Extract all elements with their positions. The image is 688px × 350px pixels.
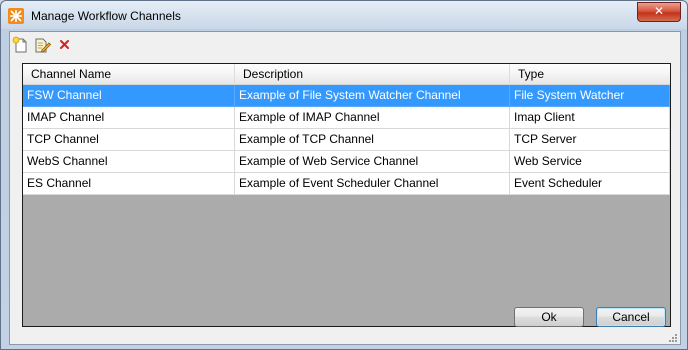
cancel-button[interactable]: Cancel — [596, 307, 666, 327]
channel-name-cell: IMAP Channel — [23, 107, 235, 129]
delete-channel-button[interactable] — [56, 36, 74, 54]
type-cell: TCP Server — [510, 129, 670, 151]
dialog-window: Manage Workflow Channels ✕ Channel Name … — [0, 0, 688, 350]
channel-name-cell: WebS Channel — [23, 151, 235, 173]
toolbar — [10, 32, 680, 56]
type-cell: Event Scheduler — [510, 173, 670, 195]
new-channel-button[interactable] — [12, 36, 30, 54]
close-button[interactable]: ✕ — [637, 2, 681, 22]
type-cell: Imap Client — [510, 107, 670, 129]
channel-name-cell: TCP Channel — [23, 129, 235, 151]
app-icon — [8, 8, 24, 24]
dialog-client: Channel Name Description Type FSW Channe… — [9, 31, 681, 345]
channel-name-cell: FSW Channel — [23, 85, 235, 107]
edit-channel-button[interactable] — [33, 36, 51, 54]
description-cell: Example of IMAP Channel — [235, 107, 510, 129]
table-row[interactable]: FSW Channel Example of File System Watch… — [23, 85, 670, 107]
type-cell: Web Service — [510, 151, 670, 173]
edit-document-icon — [33, 36, 51, 54]
column-header-description[interactable]: Description — [235, 64, 510, 84]
title-bar[interactable]: Manage Workflow Channels ✕ — [1, 1, 687, 31]
column-header-channel-name[interactable]: Channel Name — [23, 64, 235, 84]
new-document-icon — [12, 36, 30, 54]
table-row[interactable]: TCP Channel Example of TCP Channel TCP S… — [23, 129, 670, 151]
type-cell: File System Watcher — [510, 85, 670, 107]
table-row[interactable]: IMAP Channel Example of IMAP Channel Ima… — [23, 107, 670, 129]
ok-button[interactable]: Ok — [514, 307, 584, 327]
channels-grid[interactable]: Channel Name Description Type FSW Channe… — [22, 63, 671, 327]
channel-name-cell: ES Channel — [23, 173, 235, 195]
column-header-type[interactable]: Type — [510, 64, 670, 84]
resize-grip-icon[interactable] — [668, 332, 678, 342]
description-cell: Example of File System Watcher Channel — [235, 85, 510, 107]
description-cell: Example of Web Service Channel — [235, 151, 510, 173]
window-title: Manage Workflow Channels — [31, 9, 181, 23]
delete-x-icon — [56, 36, 74, 54]
description-cell: Example of TCP Channel — [235, 129, 510, 151]
grid-header: Channel Name Description Type — [23, 64, 670, 85]
description-cell: Example of Event Scheduler Channel — [235, 173, 510, 195]
table-row[interactable]: ES Channel Example of Event Scheduler Ch… — [23, 173, 670, 195]
table-row[interactable]: WebS Channel Example of Web Service Chan… — [23, 151, 670, 173]
